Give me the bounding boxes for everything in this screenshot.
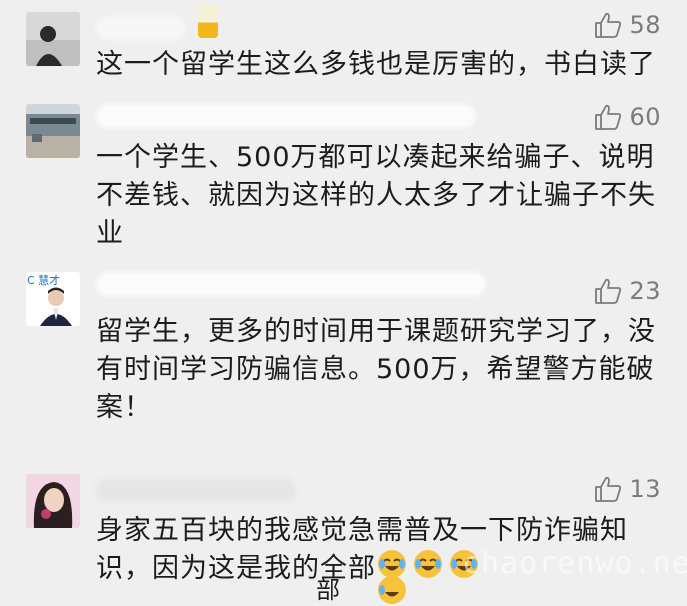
avatar[interactable]: [26, 104, 80, 158]
level-badge-icon: [198, 4, 218, 38]
comment-text: 一个学生、500万都可以凑起来给骗子、说明不差钱、就因为这样的人太多了才让骗子不…: [96, 142, 656, 249]
comment-text: 这一个留学生这么多钱也是厉害的，书白读了: [96, 49, 656, 80]
like-button[interactable]: 58: [593, 8, 661, 42]
like-count: 60: [629, 103, 661, 131]
thumbs-up-icon: [595, 12, 622, 38]
avatar[interactable]: [26, 474, 80, 528]
like-count: 58: [629, 11, 661, 39]
blurred-username: [96, 272, 486, 296]
blurred-username: [96, 16, 186, 40]
blurred-username: [96, 478, 296, 502]
like-button[interactable]: 60: [593, 100, 661, 134]
like-count: 23: [629, 277, 661, 305]
crying-laughing-emoji: [378, 576, 406, 604]
crying-laughing-emoji: [414, 550, 442, 578]
thumbs-up-icon: [595, 104, 622, 130]
like-button[interactable]: 23: [593, 274, 661, 308]
thumbs-up-icon: [595, 476, 622, 502]
avatar-badge-text: C 慧才: [27, 274, 61, 287]
blurred-username: [96, 104, 476, 128]
comment-text: 留学生，更多的时间用于课题研究学习了，没有时间学习防骗信息。500万，希望警方能…: [96, 316, 656, 423]
thumbs-up-icon: [595, 278, 622, 304]
watermark: chaorenwo.net: [462, 546, 687, 581]
like-button[interactable]: 13: [593, 472, 661, 506]
avatar[interactable]: [26, 12, 80, 66]
like-count: 13: [629, 475, 661, 503]
avatar[interactable]: C 慧才: [26, 272, 80, 326]
